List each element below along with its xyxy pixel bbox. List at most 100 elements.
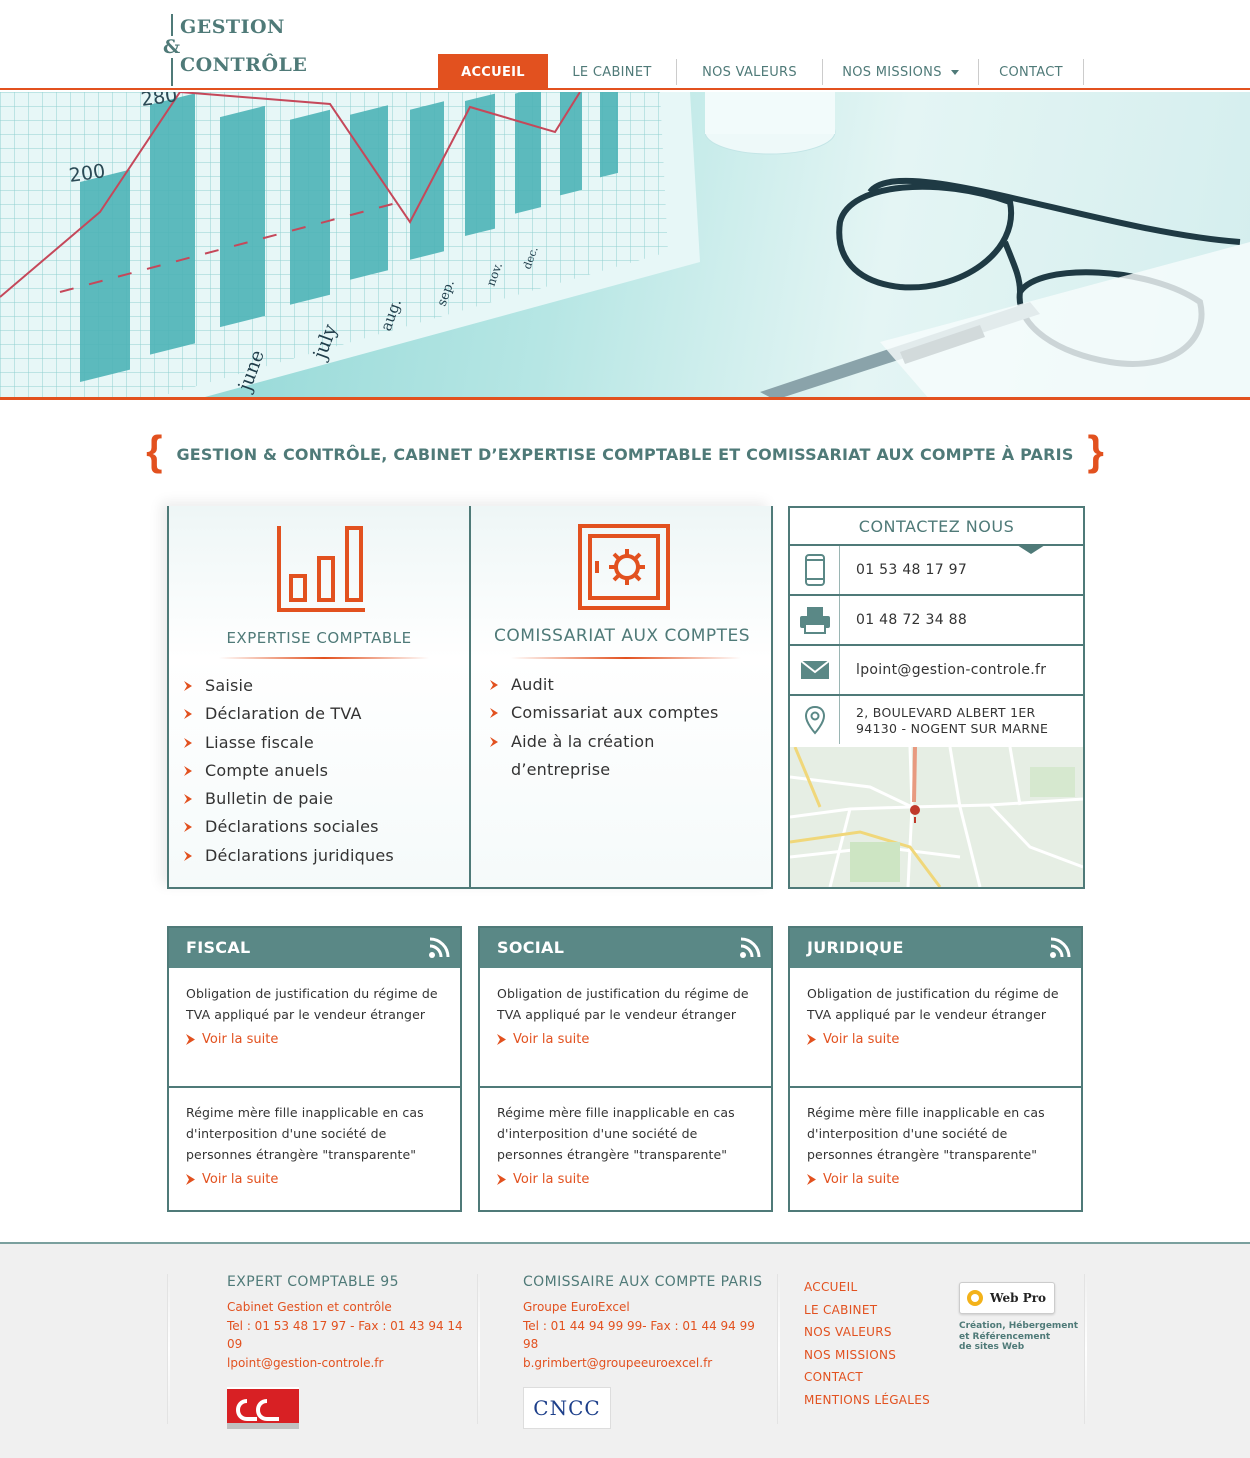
footer-line: Groupe EuroExcel: [523, 1300, 630, 1314]
contact-title: CONTACTEZ NOUS: [790, 508, 1083, 554]
divider: [480, 1086, 771, 1088]
footer-email-link[interactable]: lpoint@gestion-controle.fr: [227, 1354, 467, 1373]
list-item: Audit: [489, 671, 719, 699]
contact-fax-row: 01 48 72 34 88: [790, 596, 1083, 646]
read-more-link[interactable]: Voir la suite: [497, 1172, 763, 1187]
contact-email-row[interactable]: lpoint@gestion-controle.fr: [790, 646, 1083, 696]
contact-phone[interactable]: 01 53 48 17 97: [856, 546, 967, 594]
nav-item-nos-missions[interactable]: NOS MISSIONS: [823, 54, 978, 90]
webipro-credit[interactable]: Web Pro Création, Hébergement et Référen…: [959, 1282, 1078, 1353]
footer-separator: [478, 1274, 480, 1424]
site-footer: EXPERT COMPTABLE 95 Cabinet Gestion et c…: [0, 1242, 1250, 1458]
chevron-right-icon: [490, 680, 498, 690]
nav-item-accueil[interactable]: ACCUEIL: [438, 54, 548, 90]
footer-col-title: EXPERT COMPTABLE 95: [227, 1274, 399, 1290]
logo-ampersand: &: [163, 36, 181, 58]
news-card-juridique: JURIDIQUE Obligation de justification du…: [788, 926, 1083, 1212]
footer-separator: [1085, 1274, 1087, 1424]
chevron-right-icon: [186, 1174, 195, 1185]
fax-icon: [790, 596, 840, 644]
footer-email-link[interactable]: b.grimbert@groupeeuroexcel.fr: [523, 1354, 763, 1373]
service-expertise-list: Saisie Déclaration de TVA Liasse fiscale…: [183, 672, 394, 870]
tagline-text: GESTION & CONTRÔLE, CABINET D’EXPERTISE …: [176, 444, 1074, 464]
tagline-close-brace: }: [1087, 427, 1104, 474]
hero-banner: 280 200 june july aug. sep. nov. dec.: [0, 92, 1250, 400]
read-more-link[interactable]: Voir la suite: [807, 1172, 1073, 1187]
read-more-link[interactable]: Voir la suite: [497, 1032, 763, 1047]
read-more-link[interactable]: Voir la suite: [807, 1032, 1073, 1047]
read-more-link[interactable]: Voir la suite: [186, 1172, 452, 1187]
list-item: Aide à la création: [489, 728, 719, 756]
cncc-logo: CNCC: [523, 1387, 611, 1429]
news-item: Obligation de justification du régime de…: [790, 983, 1081, 1047]
map-pin-icon: [790, 696, 840, 744]
contact-phone-row[interactable]: 01 53 48 17 97: [790, 546, 1083, 596]
rss-icon[interactable]: [428, 937, 450, 959]
chevron-right-icon: [184, 765, 192, 776]
footer-line: Tel : 01 53 48 17 97 - Fax : 01 43 94 14…: [227, 1318, 463, 1352]
webipro-caption: Création, Hébergement et Référencement d…: [959, 1321, 1079, 1352]
nav-item-contact[interactable]: CONTACT: [979, 54, 1083, 90]
list-item: Comissariat aux comptes: [489, 699, 719, 727]
chevron-down-icon: [950, 69, 959, 75]
footer-link-mentions-legales[interactable]: MENTIONS LÉGALES: [804, 1389, 934, 1412]
footer-col-expert: EXPERT COMPTABLE 95 Cabinet Gestion et c…: [227, 1274, 467, 1429]
contact-email[interactable]: lpoint@gestion-controle.fr: [856, 646, 1046, 694]
divider: [790, 1086, 1081, 1088]
list-item: Saisie: [183, 672, 394, 700]
news-card-header: FISCAL: [169, 928, 460, 968]
services-panel: EXPERTISE COMPTABLE Saisie Déclaration d…: [167, 506, 773, 889]
footer-link-accueil[interactable]: ACCUEIL: [804, 1276, 934, 1299]
contact-address: 2, BOULEVARD ALBERT 1ER 94130 - NOGENT S…: [856, 705, 1049, 736]
globe-icon: [967, 1290, 983, 1306]
list-item: Déclarations sociales: [183, 813, 394, 841]
news-card-header: JURIDIQUE: [790, 928, 1081, 968]
news-item: Régime mère fille inapplicable en cas d'…: [790, 1102, 1081, 1187]
chevron-right-icon: [184, 822, 192, 833]
contact-address-row: 2, BOULEVARD ALBERT 1ER 94130 - NOGENT S…: [790, 696, 1083, 746]
location-map[interactable]: [790, 747, 1083, 887]
chevron-right-icon: [184, 737, 192, 748]
read-more-link[interactable]: Voir la suite: [186, 1032, 452, 1047]
chevron-right-icon: [490, 736, 498, 747]
tagline-open-brace: {: [146, 427, 163, 474]
footer-link-le-cabinet[interactable]: LE CABINET: [804, 1299, 934, 1322]
nav-item-le-cabinet[interactable]: LE CABINET: [548, 54, 676, 90]
footer-col-title: COMISSAIRE AUX COMPTE PARIS: [523, 1274, 763, 1290]
experts-comptables-logo: [227, 1387, 299, 1429]
hero-illustration: 280 200 june july aug. sep. nov. dec.: [0, 92, 1250, 397]
footer-line: Tel : 01 44 94 99 99- Fax : 01 44 94 99 …: [523, 1318, 755, 1352]
list-item: Bulletin de paie: [183, 785, 394, 813]
nav-item-nos-valeurs[interactable]: NOS VALEURS: [677, 54, 822, 90]
footer-link-contact[interactable]: CONTACT: [804, 1366, 934, 1389]
site-header: GESTION & CONTRÔLE ACCUEIL LE CABINET NO…: [0, 0, 1250, 90]
service-expertise-title: EXPERTISE COMPTABLE: [226, 629, 412, 647]
news-card-header: SOCIAL: [480, 928, 771, 968]
chevron-right-icon: [184, 794, 192, 805]
contact-panel: CONTACTEZ NOUS 01 53 48 17 97 01 48 72 3…: [788, 506, 1085, 889]
bar-chart-icon: [277, 526, 365, 612]
title-underline: [511, 657, 741, 659]
site-logo[interactable]: GESTION & CONTRÔLE: [163, 14, 307, 86]
service-commissariat: COMISSARIAT AUX COMPTES Audit Comissaria…: [471, 506, 773, 887]
page-tagline: { GESTION & CONTRÔLE, CABINET D’EXPERTIS…: [0, 427, 1250, 476]
map-illustration: [790, 747, 1083, 887]
chevron-right-icon: [186, 1034, 195, 1045]
rss-icon[interactable]: [1049, 937, 1071, 959]
title-underline: [219, 657, 429, 659]
service-commissariat-title: COMISSARIAT AUX COMPTES: [493, 626, 751, 646]
list-item: Déclaration de TVA: [183, 700, 394, 728]
service-commissariat-list: Audit Comissariat aux comptes Aide à la …: [489, 671, 719, 784]
logo-line1: GESTION: [180, 16, 285, 38]
chevron-right-icon: [497, 1034, 506, 1045]
list-item: Compte anuels: [183, 757, 394, 785]
rss-icon[interactable]: [739, 937, 761, 959]
main-nav: ACCUEIL LE CABINET NOS VALEURS NOS MISSI…: [438, 54, 1084, 90]
news-item: Régime mère fille inapplicable en cas d'…: [480, 1102, 771, 1187]
logo-line2: CONTRÔLE: [180, 54, 308, 76]
footer-link-nos-missions[interactable]: NOS MISSIONS: [804, 1344, 934, 1367]
nav-item-nos-missions-label: NOS MISSIONS: [842, 64, 942, 80]
footer-link-nos-valeurs[interactable]: NOS VALEURS: [804, 1321, 934, 1344]
footer-separator: [168, 1274, 170, 1424]
webipro-badge: Web Pro: [959, 1282, 1055, 1314]
